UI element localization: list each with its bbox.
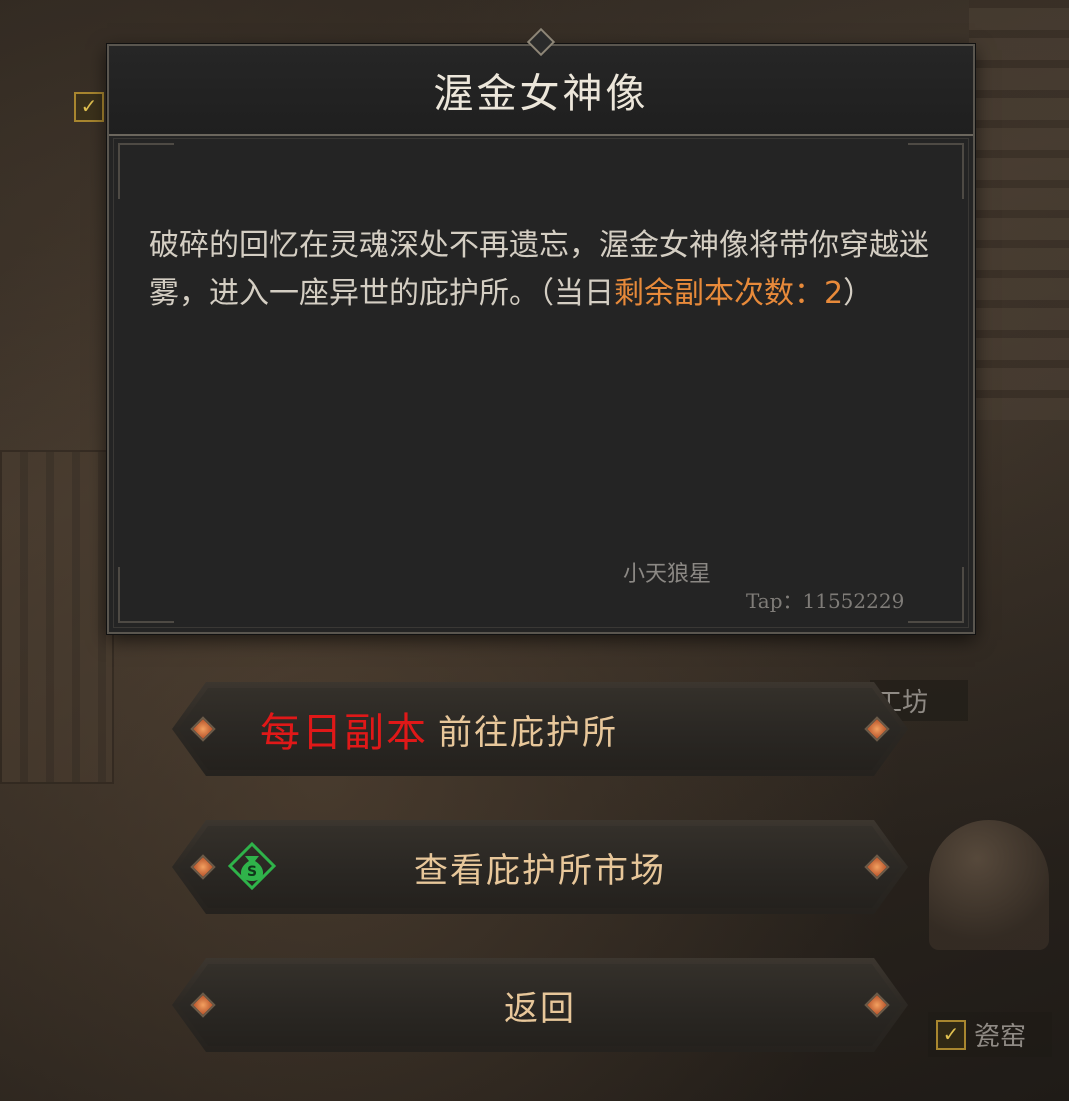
- back-label: 返回: [504, 988, 576, 1029]
- description-end: ）: [843, 276, 874, 311]
- corner-ornament: [908, 567, 964, 623]
- back-button[interactable]: 返回: [172, 958, 908, 1052]
- watermark-name: 小天狼星: [623, 562, 712, 587]
- check-icon: ✓: [74, 92, 104, 122]
- goto-shelter-label-group: 每日副本 前往庇护所: [172, 682, 908, 776]
- dialog-panel: 渥金女神像 破碎的回忆在灵魂深处不再遗忘，渥金女神像将带你穿越迷雾，进入一座异世…: [107, 44, 975, 634]
- check-icon: ✓: [936, 1019, 966, 1050]
- daily-dungeon-tag: 每日副本: [260, 710, 428, 756]
- watermark-tap-id: Tap：11552229: [746, 589, 905, 613]
- corner-ornament: [908, 143, 964, 199]
- dialog-title: 渥金女神像: [433, 71, 649, 117]
- goto-shelter-label: 前往庇护所: [438, 712, 618, 753]
- dialog-description: 破碎的回忆在灵魂深处不再遗忘，渥金女神像将带你穿越迷雾，进入一座异世的庇护所。（…: [149, 222, 943, 318]
- map-label-kiln-text: 瓷窑: [974, 1022, 1027, 1052]
- corner-ornament: [118, 143, 174, 199]
- background-dome: [929, 820, 1049, 950]
- map-label-kiln[interactable]: ✓ 瓷窑: [928, 1012, 1053, 1057]
- dialog-header: 渥金女神像: [109, 46, 973, 136]
- remaining-dungeon-count: 剩余副本次数：2: [614, 276, 844, 311]
- view-shelter-market-button[interactable]: S 查看庇护所市场: [172, 820, 908, 914]
- dialog-body: [113, 138, 969, 628]
- view-shelter-market-label: 查看庇护所市场: [414, 850, 666, 891]
- background-building-right: [969, 0, 1069, 420]
- goto-shelter-button[interactable]: 每日副本 前往庇护所: [172, 682, 908, 776]
- background-building-left: [0, 450, 114, 784]
- corner-ornament: [118, 567, 174, 623]
- game-screen: ✓ 工坊 ✓ 瓷窑 渥金女神像 破碎的回忆在灵魂深处不再遗忘，渥金女神像将带你穿…: [0, 0, 1069, 1101]
